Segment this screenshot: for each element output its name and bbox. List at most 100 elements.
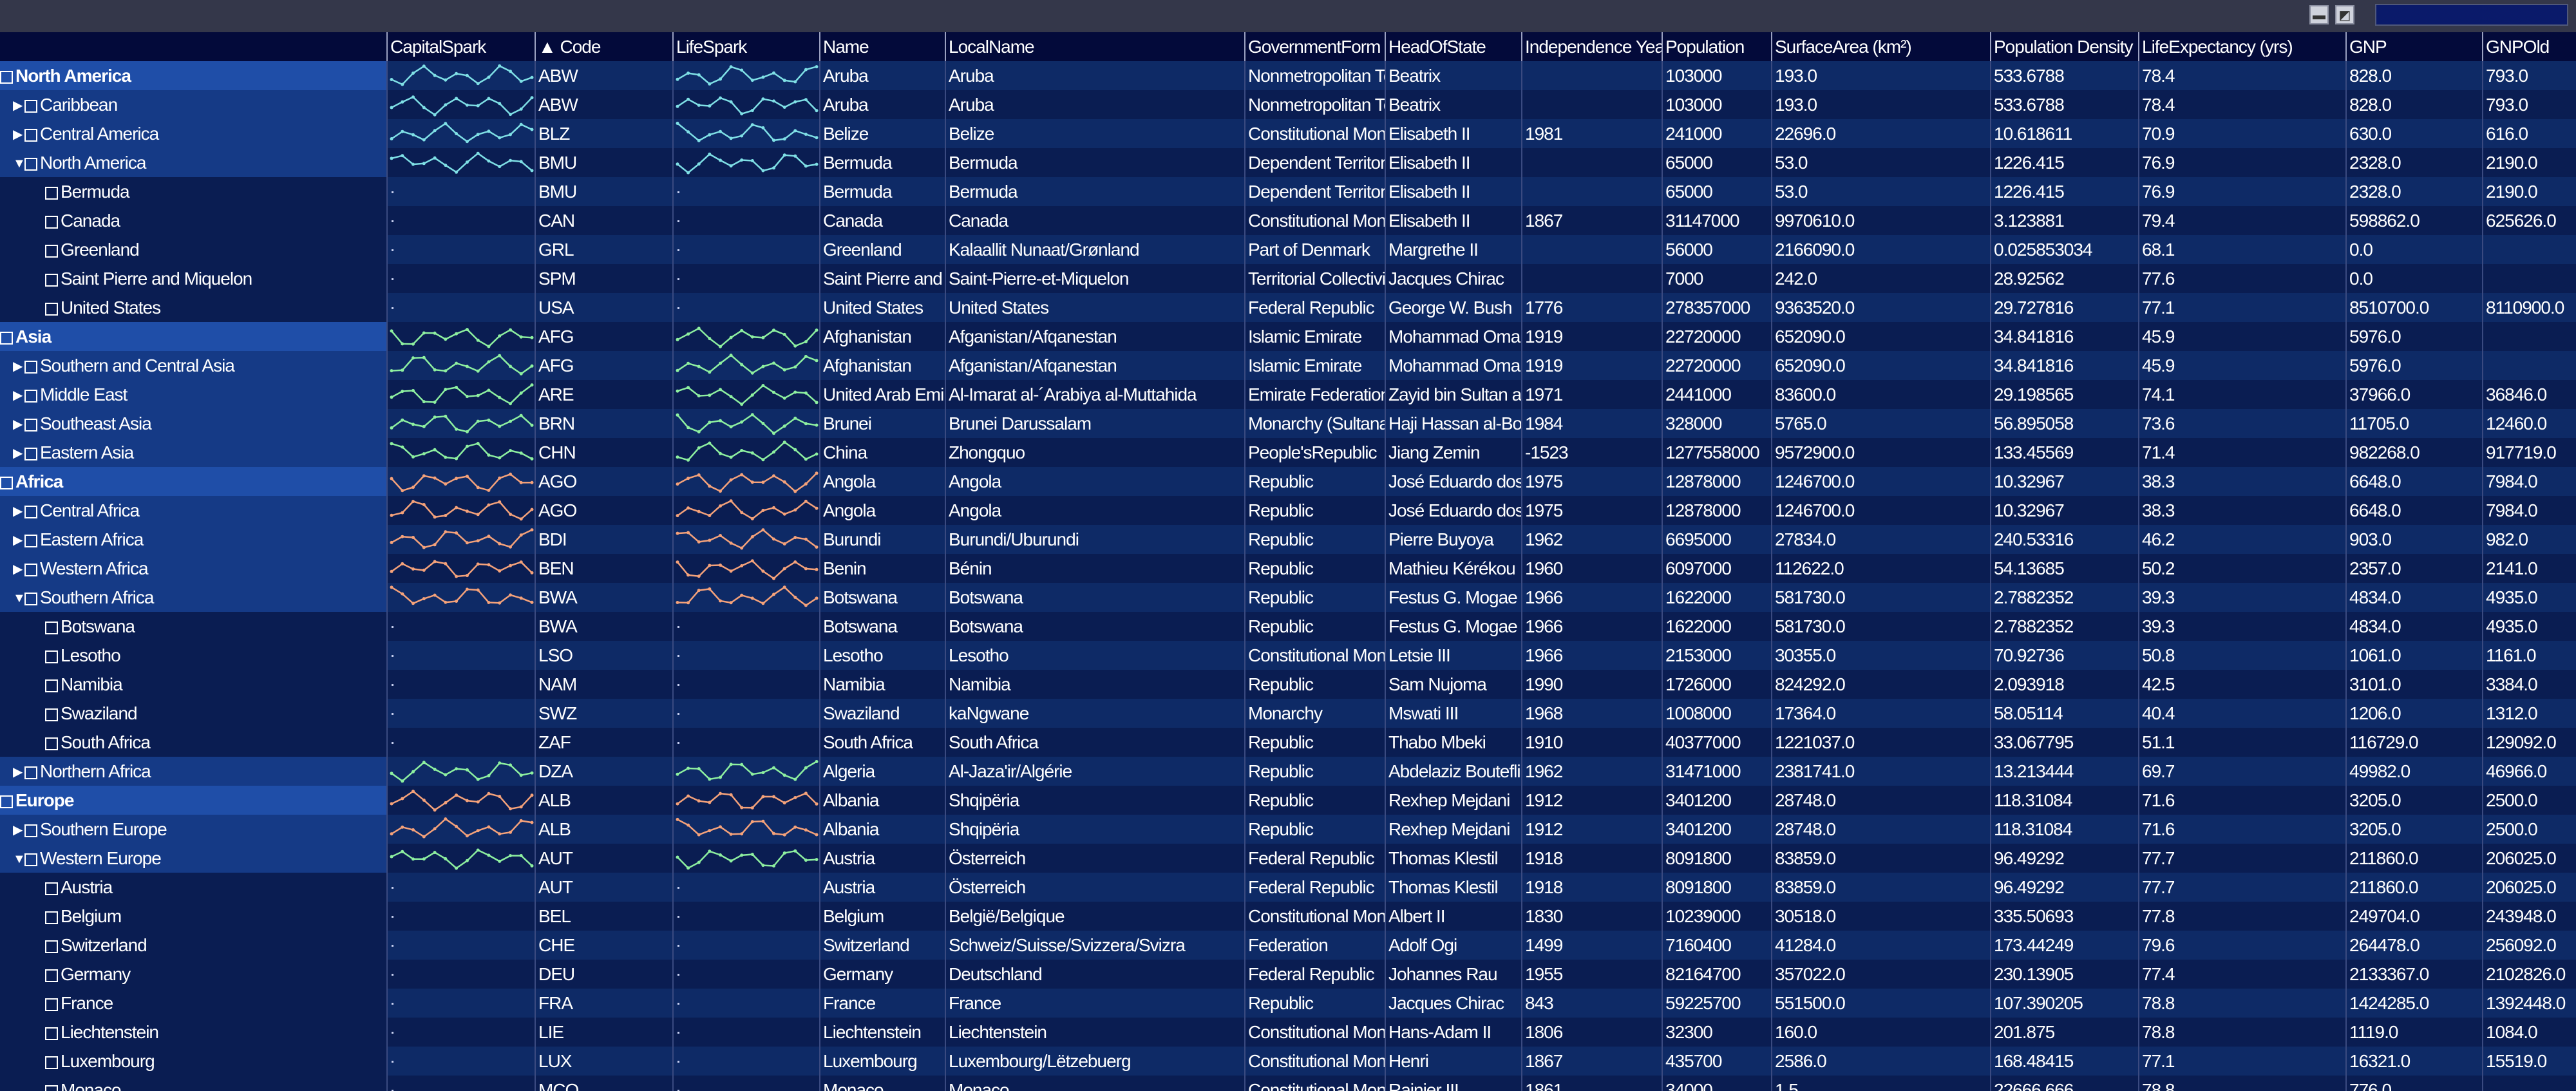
row-checkbox[interactable] — [0, 795, 13, 808]
table-row[interactable]: Africa AGO Angola Angola Republic José Eduard… — [0, 467, 2576, 496]
row-checkbox[interactable] — [24, 766, 37, 779]
tree-node[interactable]: Botswana — [0, 612, 386, 641]
row-checkbox[interactable] — [45, 969, 58, 982]
search-field[interactable] — [2375, 4, 2568, 26]
row-checkbox[interactable] — [45, 737, 58, 750]
expand-icon[interactable]: ▶ — [13, 91, 24, 119]
table-row[interactable]: Swaziland SWZ Swaziland kaNgwane Monarchy Msw… — [0, 699, 2576, 728]
table-row[interactable]: Greenland GRL Greenland Kalaallit Nunaat/Gr… — [0, 235, 2576, 264]
expand-icon[interactable]: ▶ — [13, 352, 24, 380]
tree-node[interactable]: Saint Pierre and Miquelon — [0, 264, 386, 293]
tree-node[interactable]: ▶ Southern and Central Asia — [0, 351, 386, 380]
row-checkbox[interactable] — [0, 331, 13, 345]
column-header-gov[interactable]: GovernmentForm — [1244, 32, 1385, 61]
table-row[interactable]: ▶ Central America BLZ Belize Belize Constitut… — [0, 119, 2576, 148]
row-checkbox[interactable] — [45, 1027, 58, 1040]
table-row[interactable]: North America ABW Aruba Aruba Nonmetropolita… — [0, 61, 2576, 90]
table-row[interactable]: ▶ Eastern Asia CHN China Zhongquo People'sRep… — [0, 438, 2576, 467]
table-row[interactable]: United States USA United States United Stat… — [0, 293, 2576, 322]
tree-node[interactable]: ▶ Southeast Asia — [0, 409, 386, 438]
table-row[interactable]: ▶ Eastern Africa BDI Burundi Burundi/Uburund… — [0, 525, 2576, 554]
tree-node[interactable]: Germany — [0, 960, 386, 989]
row-checkbox[interactable] — [24, 824, 37, 837]
row-checkbox[interactable] — [45, 998, 58, 1011]
expand-icon[interactable]: ▶ — [13, 816, 24, 844]
column-header-name[interactable]: Name — [819, 32, 945, 61]
table-row[interactable]: Asia AFG Afghanistan Afganistan/Afqanestan I… — [0, 322, 2576, 351]
row-checkbox[interactable] — [24, 853, 37, 866]
tree-node[interactable]: Austria — [0, 873, 386, 902]
tree-node[interactable]: ▶ Eastern Africa — [0, 525, 386, 554]
table-row[interactable]: ▶ Western Africa BEN Benin Bénin Republic Math… — [0, 554, 2576, 583]
row-checkbox[interactable] — [24, 389, 37, 403]
table-row[interactable]: Switzerland CHE Switzerland Schweiz/Suisse/… — [0, 931, 2576, 960]
table-row[interactable]: Luxembourg LUX Luxembourg Luxembourg/Lëtzeb… — [0, 1047, 2576, 1076]
tree-node[interactable]: Luxembourg — [0, 1047, 386, 1076]
row-checkbox[interactable] — [45, 911, 58, 924]
table-row[interactable]: ▶ Caribbean ABW Aruba Aruba Nonmetropolitan T… — [0, 90, 2576, 119]
tree-node[interactable]: South Africa — [0, 728, 386, 757]
row-checkbox[interactable] — [24, 157, 37, 171]
table-row[interactable]: Austria AUT Austria Österreich Federal Repub… — [0, 873, 2576, 902]
row-checkbox[interactable] — [45, 1056, 58, 1069]
row-checkbox[interactable] — [45, 940, 58, 953]
tree-node[interactable]: Switzerland — [0, 931, 386, 960]
row-checkbox[interactable] — [24, 99, 37, 113]
tree-node[interactable]: ▶ Northern Africa — [0, 757, 386, 786]
row-checkbox[interactable] — [45, 1085, 58, 1091]
tree-node[interactable]: North America — [0, 61, 386, 90]
row-checkbox[interactable] — [24, 447, 37, 460]
expand-icon[interactable]: ▶ — [13, 526, 24, 554]
table-row[interactable]: Lesotho LSO Lesotho Lesotho Constitutional M… — [0, 641, 2576, 670]
restore-button[interactable]: ◩ — [2335, 5, 2354, 24]
column-header-head[interactable]: HeadOfState — [1385, 32, 1521, 61]
tree-node[interactable]: Lesotho — [0, 641, 386, 670]
table-row[interactable]: Germany DEU Germany Deutschland Federal Repu… — [0, 960, 2576, 989]
row-checkbox[interactable] — [45, 679, 58, 692]
expand-icon[interactable]: ▶ — [13, 439, 24, 467]
column-header-life[interactable]: LifeExpectancy (yrs) — [2138, 32, 2345, 61]
table-row[interactable]: Europe ALB Albania Shqipëria Republic Rexhep … — [0, 786, 2576, 815]
expand-icon[interactable]: ▶ — [13, 410, 24, 438]
row-checkbox[interactable] — [45, 215, 58, 229]
tree-node[interactable]: Europe — [0, 786, 386, 815]
tree-node[interactable]: Namibia — [0, 670, 386, 699]
table-row[interactable]: Bermuda BMU Bermuda Bermuda Dependent Territ… — [0, 177, 2576, 206]
expand-icon[interactable]: ▶ — [13, 120, 24, 148]
table-row[interactable]: CanadaCANCanadaCanadaConstitutional Mona… — [0, 206, 2576, 235]
row-checkbox[interactable] — [45, 650, 58, 663]
tree-node[interactable]: ▼ Western Europe — [0, 844, 386, 873]
table-row[interactable]: ▶ Middle East ARE United Arab EmiratesAl-Im… — [0, 380, 2576, 409]
column-header-gnp[interactable]: GNP — [2345, 32, 2482, 61]
tree-node[interactable]: ▶ Caribbean — [0, 90, 386, 119]
row-checkbox[interactable] — [45, 302, 58, 316]
row-checkbox[interactable] — [45, 708, 58, 721]
tree-node[interactable]: Asia — [0, 322, 386, 351]
row-checkbox[interactable] — [24, 505, 37, 518]
tree-node[interactable]: ▶ Eastern Asia — [0, 438, 386, 467]
column-header-pop[interactable]: Population — [1662, 32, 1771, 61]
tree-node[interactable]: Belgium — [0, 902, 386, 931]
collapse-icon[interactable]: ▼ — [13, 584, 26, 612]
collapse-icon[interactable]: ▼ — [13, 845, 26, 873]
row-checkbox[interactable] — [24, 592, 37, 605]
tree-node[interactable]: ▶ Western Africa — [0, 554, 386, 583]
table-row[interactable]: ▶ Southern and Central Asia AFG Afghanistan… — [0, 351, 2576, 380]
tree-node[interactable]: Canada — [0, 206, 386, 235]
row-checkbox[interactable] — [24, 128, 37, 142]
row-checkbox[interactable] — [45, 621, 58, 634]
tree-node[interactable]: ▼ Southern Africa — [0, 583, 386, 612]
tree-node[interactable]: ▶ Middle East — [0, 380, 386, 409]
minimize-button[interactable]: ▬ — [2309, 5, 2329, 24]
table-row[interactable]: Namibia NAM Namibia Namibia Republic Sam Nujo… — [0, 670, 2576, 699]
table-row[interactable]: ▶ Northern Africa DZA Algeria Al-Jaza'ir/Alg… — [0, 757, 2576, 786]
table-row[interactable]: Botswana BWA Botswana Botswana Republic Festu… — [0, 612, 2576, 641]
row-checkbox[interactable] — [0, 70, 13, 84]
column-header-gnpold[interactable]: GNPOld — [2482, 32, 2576, 61]
table-row[interactable]: ▼ Southern Africa BWA Botswana Botswana Repub… — [0, 583, 2576, 612]
table-row[interactable]: ▶ Central Africa AGO Angola Angola Republic Jo… — [0, 496, 2576, 525]
expand-icon[interactable]: ▶ — [13, 555, 24, 583]
column-header-code[interactable]: ▲ Code — [535, 32, 672, 61]
table-row[interactable]: Saint Pierre and Miquelon SPM Saint Pierre… — [0, 264, 2576, 293]
tree-node[interactable]: Africa — [0, 467, 386, 496]
